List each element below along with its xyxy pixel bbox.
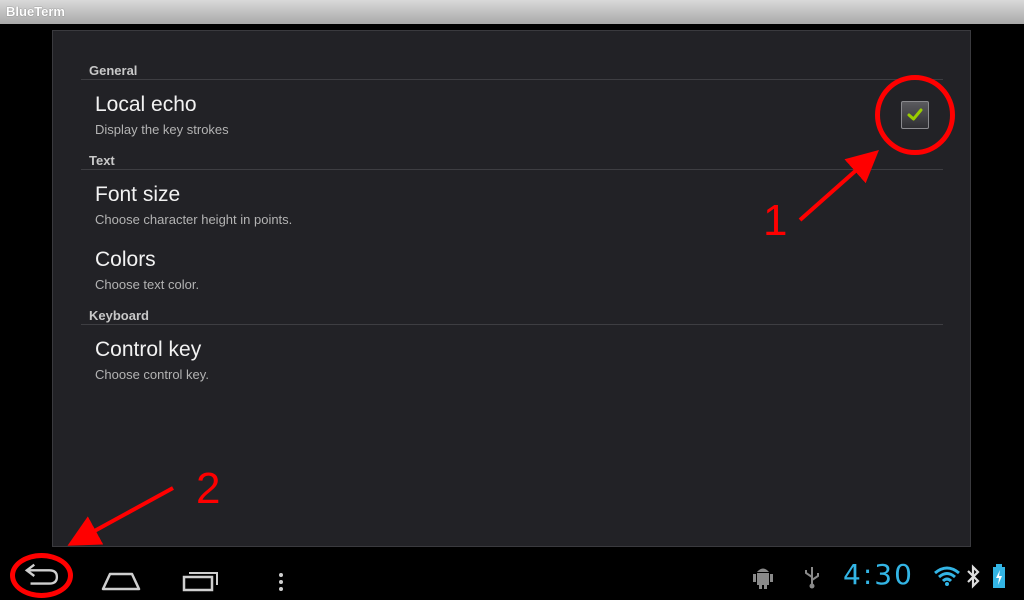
- annotation-circle-2: [10, 553, 73, 598]
- annotation-label-1: 1: [763, 196, 788, 245]
- menu-overflow-icon[interactable]: [275, 566, 287, 598]
- home-icon[interactable]: [100, 565, 142, 597]
- battery-charging-icon: [993, 564, 1005, 588]
- wifi-icon: [934, 566, 960, 586]
- arrow-2: [67, 486, 174, 546]
- annotation-circle-1: [875, 75, 955, 155]
- status-clock: 4:30: [843, 558, 914, 591]
- annotation-arrows: [67, 150, 879, 546]
- bluetooth-icon: [967, 564, 980, 589]
- arrow-1: [798, 150, 879, 222]
- recent-apps-icon[interactable]: [182, 565, 220, 597]
- annotation-label-2: 2: [196, 464, 221, 513]
- android-debug-icon: [753, 568, 773, 589]
- usb-icon: [805, 567, 819, 589]
